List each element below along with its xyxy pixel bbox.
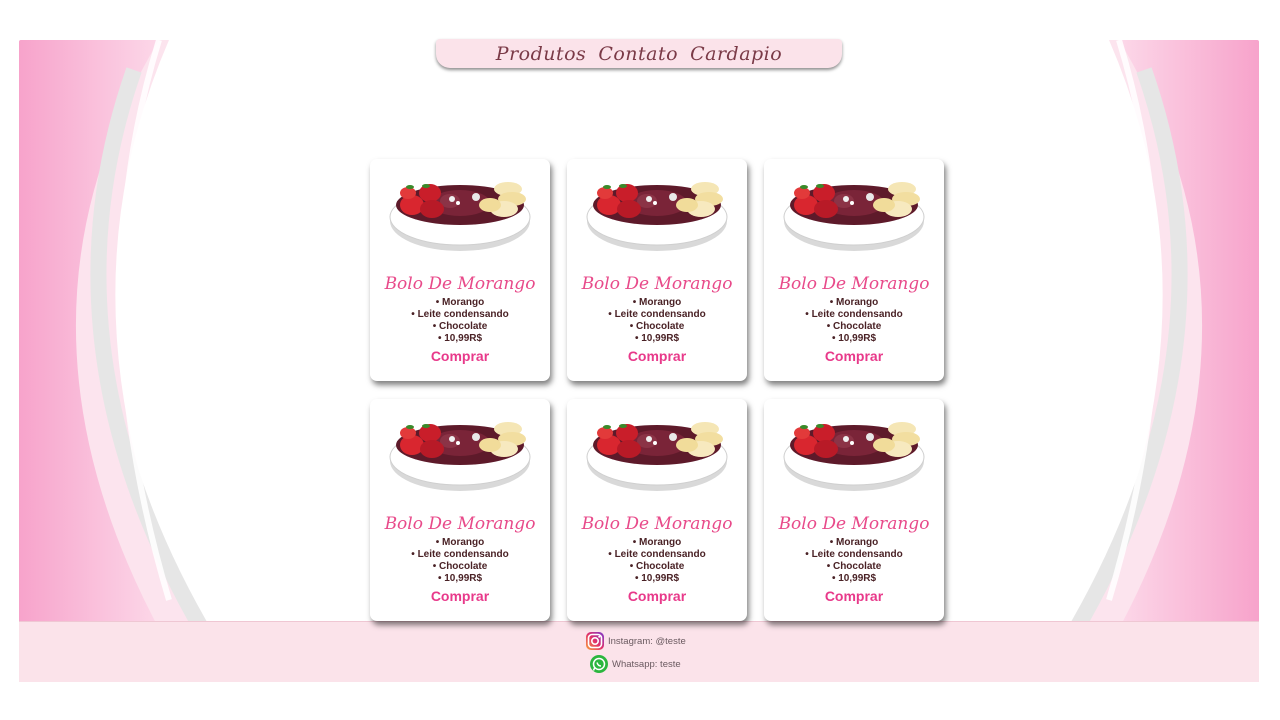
product-price: 10,99R$	[764, 333, 944, 345]
buy-button[interactable]: Comprar	[764, 588, 944, 604]
ingredient-list: Morango Leite condensando Chocolate 10,9…	[567, 297, 747, 345]
ingredient-item: Morango	[370, 297, 550, 309]
ingredient-list: Morango Leite condensando Chocolate 10,9…	[764, 537, 944, 585]
product-card: Bolo De Morango Morango Leite condensand…	[764, 159, 944, 381]
instagram-icon	[586, 632, 604, 650]
product-card: Bolo De Morango Morango Leite condensand…	[567, 399, 747, 621]
buy-button[interactable]: Comprar	[764, 348, 944, 364]
ingredient-item: Leite condensando	[567, 549, 747, 561]
product-image	[389, 181, 531, 252]
whatsapp-label: Whatsapp: teste	[612, 658, 681, 670]
product-card: Bolo De Morango Morango Leite condensand…	[370, 399, 550, 621]
product-title: Bolo De Morango	[384, 514, 536, 534]
whatsapp-link[interactable]: Whatsapp: teste	[589, 654, 681, 674]
ingredient-item: Morango	[764, 537, 944, 549]
product-price: 10,99R$	[370, 333, 550, 345]
ingredient-item: Morango	[764, 297, 944, 309]
ingredient-item: Chocolate	[764, 321, 944, 333]
whatsapp-icon	[590, 655, 608, 673]
ingredient-list: Morango Leite condensando Chocolate 10,9…	[764, 297, 944, 345]
nav-produtos[interactable]: Produtos	[496, 43, 587, 65]
product-image	[586, 421, 728, 492]
ingredient-item: Leite condensando	[567, 309, 747, 321]
product-price: 10,99R$	[764, 573, 944, 585]
ingredient-list: Morango Leite condensando Chocolate 10,9…	[370, 297, 550, 345]
nav-cardapio[interactable]: Cardapio	[690, 43, 782, 65]
buy-button[interactable]: Comprar	[370, 588, 550, 604]
instagram-label: Instagram: @teste	[608, 635, 686, 647]
ingredient-item: Leite condensando	[764, 309, 944, 321]
product-image	[389, 421, 531, 492]
product-image	[783, 181, 925, 252]
footer: Instagram: @teste Whatsapp: teste	[19, 621, 1259, 682]
buy-button[interactable]: Comprar	[370, 348, 550, 364]
product-card: Bolo De Morango Morango Leite condensand…	[370, 159, 550, 381]
ingredient-item: Morango	[370, 537, 550, 549]
ingredient-item: Chocolate	[764, 561, 944, 573]
product-card: Bolo De Morango Morango Leite condensand…	[764, 399, 944, 621]
product-price: 10,99R$	[370, 573, 550, 585]
product-title: Bolo De Morango	[581, 274, 733, 294]
ingredient-item: Chocolate	[567, 561, 747, 573]
product-title: Bolo De Morango	[384, 274, 536, 294]
instagram-link[interactable]: Instagram: @teste	[585, 631, 686, 651]
ingredient-item: Morango	[567, 297, 747, 309]
product-price: 10,99R$	[567, 573, 747, 585]
ingredient-item: Leite condensando	[370, 549, 550, 561]
product-price: 10,99R$	[567, 333, 747, 345]
ingredient-item: Chocolate	[370, 561, 550, 573]
buy-button[interactable]: Comprar	[567, 348, 747, 364]
product-card: Bolo De Morango Morango Leite condensand…	[567, 159, 747, 381]
product-image	[783, 421, 925, 492]
ingredient-item: Chocolate	[567, 321, 747, 333]
product-title: Bolo De Morango	[581, 514, 733, 534]
product-image	[586, 181, 728, 252]
ingredient-item: Chocolate	[370, 321, 550, 333]
nav-contato[interactable]: Contato	[598, 43, 678, 65]
ingredient-list: Morango Leite condensando Chocolate 10,9…	[370, 537, 550, 585]
ingredient-list: Morango Leite condensando Chocolate 10,9…	[567, 537, 747, 585]
product-title: Bolo De Morango	[778, 514, 930, 534]
product-title: Bolo De Morango	[778, 274, 930, 294]
buy-button[interactable]: Comprar	[567, 588, 747, 604]
ingredient-item: Morango	[567, 537, 747, 549]
ingredient-item: Leite condensando	[764, 549, 944, 561]
top-nav: Produtos Contato Cardapio	[436, 39, 842, 68]
ingredient-item: Leite condensando	[370, 309, 550, 321]
